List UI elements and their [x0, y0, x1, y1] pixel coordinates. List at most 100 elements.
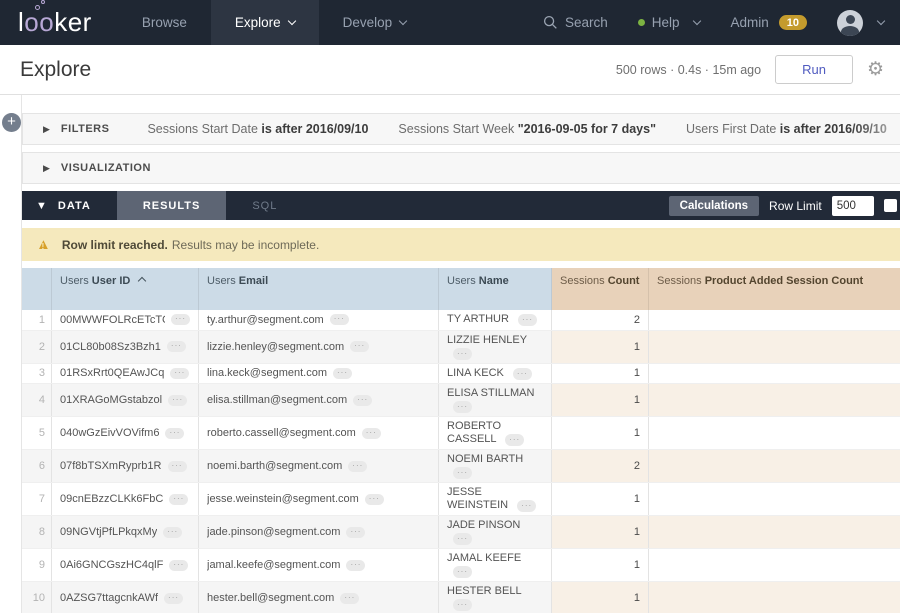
cell-count[interactable]: 1: [552, 331, 649, 363]
column-header-email[interactable]: Users Email: [199, 268, 439, 310]
column-header-product-added[interactable]: Sessions Product Added Session Count: [649, 268, 900, 310]
cell-count[interactable]: 2: [552, 450, 649, 482]
cell-product-added[interactable]: 1: [649, 417, 900, 449]
tab-results[interactable]: RESULTS: [117, 191, 227, 220]
cell-user-id[interactable]: 01XRAGoMGstabzol···: [52, 384, 199, 416]
cell-menu-icon[interactable]: ···: [170, 368, 189, 379]
cell-menu-icon[interactable]: ···: [365, 494, 384, 505]
user-menu[interactable]: [837, 10, 884, 36]
cell-menu-icon[interactable]: ···: [164, 593, 183, 604]
cell-menu-icon[interactable]: ···: [453, 599, 472, 611]
cell-user-id[interactable]: 01RSxRrt0QEAwJCq···: [52, 364, 199, 384]
cell-email[interactable]: roberto.cassell@segment.com···: [199, 417, 439, 449]
cell-name[interactable]: ROBERTO CASSELL ···: [439, 417, 552, 449]
cell-product-added[interactable]: 0: [649, 516, 900, 548]
cell-product-added[interactable]: 2: [649, 310, 900, 330]
cell-email[interactable]: hester.bell@segment.com···: [199, 582, 439, 613]
cell-count[interactable]: 2: [552, 310, 649, 330]
cell-count[interactable]: 1: [552, 417, 649, 449]
add-field-button[interactable]: +: [2, 113, 21, 132]
cell-email[interactable]: jade.pinson@segment.com···: [199, 516, 439, 548]
cell-menu-icon[interactable]: ···: [169, 560, 188, 571]
cell-product-added[interactable]: 1: [649, 483, 900, 515]
cell-count[interactable]: 1: [552, 364, 649, 384]
row-limit-input[interactable]: [832, 196, 874, 216]
cell-menu-icon[interactable]: ···: [453, 401, 472, 413]
cell-count[interactable]: 1: [552, 516, 649, 548]
calculations-button[interactable]: Calculations: [669, 196, 759, 216]
cell-email[interactable]: jamal.keefe@segment.com···: [199, 549, 439, 581]
nav-item-develop[interactable]: Develop: [319, 0, 431, 45]
cell-menu-icon[interactable]: ···: [453, 348, 472, 360]
cell-menu-icon[interactable]: ···: [333, 368, 352, 379]
cell-count[interactable]: 1: [552, 549, 649, 581]
cell-user-id[interactable]: 040wGzEivVOVifm6···: [52, 417, 199, 449]
cell-menu-icon[interactable]: ···: [346, 560, 365, 571]
cell-product-added[interactable]: 1: [649, 549, 900, 581]
cell-name[interactable]: JAMAL KEEFE ···: [439, 549, 552, 581]
cell-menu-icon[interactable]: ···: [340, 593, 359, 604]
cell-menu-icon[interactable]: ···: [453, 467, 472, 479]
cell-product-added[interactable]: 1: [649, 364, 900, 384]
cell-menu-icon[interactable]: ···: [168, 461, 187, 472]
cell-email[interactable]: lina.keck@segment.com···: [199, 364, 439, 384]
cell-user-id[interactable]: 09cnEBzzCLKk6FbC···: [52, 483, 199, 515]
nav-item-explore[interactable]: Explore: [211, 0, 319, 45]
cell-menu-icon[interactable]: ···: [350, 341, 369, 352]
cell-email[interactable]: ty.arthur@segment.com···: [199, 310, 439, 330]
cell-menu-icon[interactable]: ···: [168, 395, 187, 406]
cell-product-added[interactable]: 0: [649, 331, 900, 363]
cell-menu-icon[interactable]: ···: [513, 368, 532, 380]
gear-icon[interactable]: ⚙: [867, 60, 884, 79]
column-header-count[interactable]: Sessions Count: [552, 268, 649, 310]
cell-count[interactable]: 1: [552, 483, 649, 515]
cell-menu-icon[interactable]: ···: [165, 428, 184, 439]
cell-email[interactable]: lizzie.henley@segment.com···: [199, 331, 439, 363]
cell-menu-icon[interactable]: ···: [167, 341, 186, 352]
cell-menu-icon[interactable]: ···: [348, 461, 367, 472]
admin-menu[interactable]: Admin 10: [730, 15, 807, 30]
cell-menu-icon[interactable]: ···: [517, 500, 536, 512]
cell-product-added[interactable]: 2: [649, 450, 900, 482]
cell-email[interactable]: noemi.barth@segment.com···: [199, 450, 439, 482]
column-header-name[interactable]: Users Name: [439, 268, 552, 310]
cell-menu-icon[interactable]: ···: [353, 395, 372, 406]
help-menu[interactable]: Help: [638, 15, 701, 30]
totals-checkbox[interactable]: [884, 199, 897, 212]
cell-menu-icon[interactable]: ···: [453, 566, 472, 578]
cell-name[interactable]: TY ARTHUR ···: [439, 310, 552, 330]
cell-product-added[interactable]: 1: [649, 384, 900, 416]
run-button[interactable]: Run: [775, 55, 853, 84]
column-header-user-id[interactable]: Users User ID: [52, 268, 199, 310]
cell-user-id[interactable]: 09NGVtjPfLPkqxMy···: [52, 516, 199, 548]
collapse-arrow-icon[interactable]: ▶: [43, 163, 50, 174]
cell-name[interactable]: ELISA STILLMAN ···: [439, 384, 552, 416]
cell-product-added[interactable]: 0: [649, 582, 900, 613]
cell-email[interactable]: jesse.weinstein@segment.com···: [199, 483, 439, 515]
looker-logo[interactable]: looker: [18, 0, 92, 45]
cell-menu-icon[interactable]: ···: [505, 434, 524, 446]
cell-menu-icon[interactable]: ···: [171, 314, 190, 325]
cell-name[interactable]: JESSE WEINSTEIN ···: [439, 483, 552, 515]
data-section-toggle[interactable]: ▼ DATA: [22, 191, 117, 220]
cell-email[interactable]: elisa.stillman@segment.com···: [199, 384, 439, 416]
cell-menu-icon[interactable]: ···: [346, 527, 365, 538]
visualization-bar[interactable]: ▶ VISUALIZATION: [22, 152, 900, 184]
cell-name[interactable]: NOEMI BARTH ···: [439, 450, 552, 482]
cell-name[interactable]: LINA KECK ···: [439, 364, 552, 384]
filters-bar[interactable]: ▶ FILTERS Sessions Start Date is after 2…: [22, 113, 900, 145]
cell-menu-icon[interactable]: ···: [169, 494, 188, 505]
cell-name[interactable]: HESTER BELL ···: [439, 582, 552, 613]
cell-menu-icon[interactable]: ···: [518, 314, 537, 326]
cell-count[interactable]: 1: [552, 384, 649, 416]
filter-item[interactable]: Sessions Start Week "2016-09-05 for 7 da…: [398, 122, 656, 136]
cell-user-id[interactable]: 07f8bTSXmRyprb1R···: [52, 450, 199, 482]
cell-menu-icon[interactable]: ···: [362, 428, 381, 439]
cell-name[interactable]: LIZZIE HENLEY ···: [439, 331, 552, 363]
cell-menu-icon[interactable]: ···: [163, 527, 182, 538]
cell-user-id[interactable]: 0AZSG7ttagcnkAWf···: [52, 582, 199, 613]
nav-item-browse[interactable]: Browse: [118, 0, 211, 45]
cell-count[interactable]: 1: [552, 582, 649, 613]
cell-menu-icon[interactable]: ···: [453, 533, 472, 545]
filter-item[interactable]: Users First Date is after 2016/09/10: [686, 122, 887, 136]
